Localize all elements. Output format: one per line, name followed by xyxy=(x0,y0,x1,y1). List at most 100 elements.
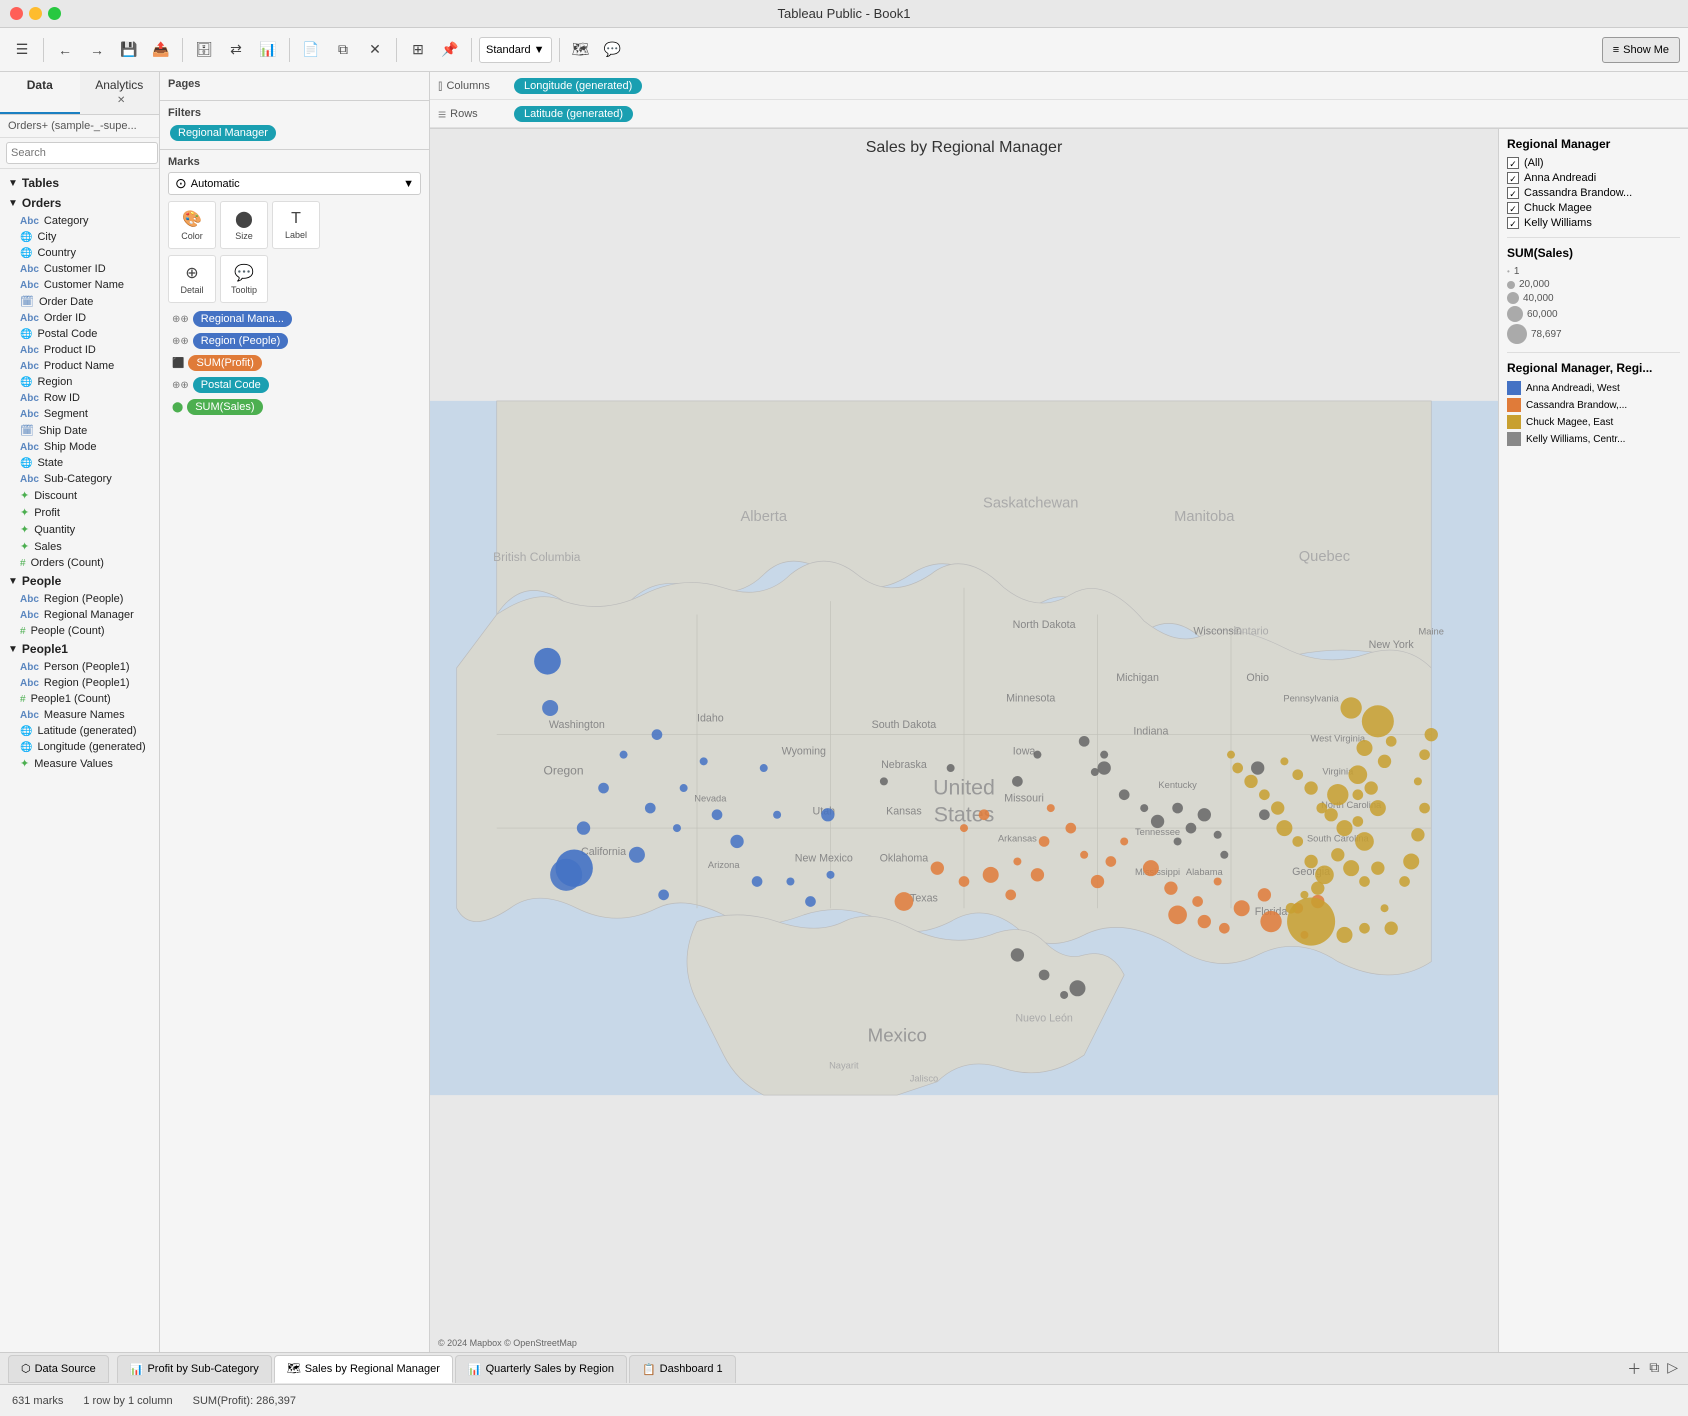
new-datasource[interactable]: 🗄 xyxy=(190,36,218,64)
legend-kelly[interactable]: Kelly Williams xyxy=(1507,217,1680,229)
viz-type-dropdown[interactable]: Standard▼ xyxy=(479,37,552,63)
new-sheet-icon[interactable]: ＋ xyxy=(1625,1357,1643,1381)
field-orders-count[interactable]: # Orders (Count) xyxy=(0,555,159,571)
field-quantity[interactable]: ✦ Quantity xyxy=(0,521,159,538)
tooltip-button[interactable]: 💬 xyxy=(599,36,627,64)
legend-all[interactable]: (All) xyxy=(1507,157,1680,169)
field-row-id[interactable]: Abc Row ID xyxy=(0,390,159,406)
field-city[interactable]: 🌐 City xyxy=(0,229,159,245)
swap-button[interactable]: ⇄ xyxy=(222,36,250,64)
legend-checkbox-anna[interactable] xyxy=(1507,172,1519,184)
detail-btn[interactable]: ⊕ Detail xyxy=(168,255,216,303)
columns-pill[interactable]: Longitude (generated) xyxy=(514,78,642,94)
field-postal-code[interactable]: 🌐 Postal Code xyxy=(0,326,159,342)
clear-sheet-icon[interactable]: ▷ xyxy=(1665,1357,1680,1381)
tab-profit-sub[interactable]: 📊 Profit by Sub-Category xyxy=(117,1355,272,1383)
field-measure-values[interactable]: ✦ Measure Values xyxy=(0,755,159,772)
field-customer-id[interactable]: Abc Customer ID xyxy=(0,261,159,277)
datasource-label[interactable]: Orders+ (sample-_-supe... xyxy=(0,115,159,138)
rows-shelf: ≡ Rows Latitude (generated) xyxy=(430,100,1688,128)
detail-icon: ⊕ xyxy=(185,263,198,283)
show-me-button[interactable]: ≡ Show Me xyxy=(1602,37,1680,63)
duplicate-sheet-icon[interactable]: ⧉ xyxy=(1647,1357,1661,1381)
svg-text:Ohio: Ohio xyxy=(1246,672,1269,684)
close-button[interactable] xyxy=(10,7,23,20)
field-category[interactable]: Abc Category xyxy=(0,213,159,229)
field-product-name[interactable]: Abc Product Name xyxy=(0,358,159,374)
legend-checkbox-chuck[interactable] xyxy=(1507,202,1519,214)
field-people-count[interactable]: # People (Count) xyxy=(0,623,159,639)
tab-data[interactable]: Data xyxy=(0,72,80,114)
field-ship-mode[interactable]: Abc Ship Mode xyxy=(0,439,159,455)
color-btn[interactable]: 🎨 Color xyxy=(168,201,216,249)
mark-pill-postal-code[interactable]: ⊕⊕ Postal Code xyxy=(168,375,421,395)
publish-button[interactable]: 📤 xyxy=(147,36,175,64)
field-profit[interactable]: ✦ Profit xyxy=(0,504,159,521)
field-region[interactable]: 🌐 Region xyxy=(0,374,159,390)
field-order-id[interactable]: Abc Order ID xyxy=(0,310,159,326)
new-worksheet[interactable]: 📄 xyxy=(297,36,325,64)
legend-cassandra[interactable]: Cassandra Brandow... xyxy=(1507,187,1680,199)
field-order-date[interactable]: 🗓 Order Date xyxy=(0,293,159,310)
fit-button[interactable]: ⊞ xyxy=(404,36,432,64)
field-country[interactable]: 🌐 Country xyxy=(0,245,159,261)
mark-pill-sum-sales[interactable]: ⬤ SUM(Sales) xyxy=(168,397,421,417)
left-panel: Data Analytics ✕ Orders+ (sample-_-supe.… xyxy=(0,72,160,1352)
field-regional-manager[interactable]: Abc Regional Manager xyxy=(0,607,159,623)
field-people1-count[interactable]: # People1 (Count) xyxy=(0,691,159,707)
field-sub-category[interactable]: Abc Sub-Category xyxy=(0,471,159,487)
field-segment[interactable]: Abc Segment xyxy=(0,406,159,422)
legend-checkbox-all[interactable] xyxy=(1507,157,1519,169)
tab-analytics[interactable]: Analytics ✕ xyxy=(80,72,160,114)
mark-pill-regional-manager[interactable]: ⊕⊕ Regional Mana... xyxy=(168,309,421,329)
tables-section-header[interactable]: ▼ Tables xyxy=(0,173,159,193)
clear-button[interactable]: ✕ xyxy=(361,36,389,64)
people-table-header[interactable]: ▼ People xyxy=(0,571,159,591)
save-button[interactable]: 💾 xyxy=(115,36,143,64)
legend-checkbox-kelly[interactable] xyxy=(1507,217,1519,229)
field-region-people1[interactable]: Abc Region (People1) xyxy=(0,675,159,691)
undo-button[interactable]: ← xyxy=(51,36,79,64)
field-person-people1[interactable]: Abc Person (People1) xyxy=(0,659,159,675)
field-measure-names[interactable]: Abc Measure Names xyxy=(0,707,159,723)
main-area: Data Analytics ✕ Orders+ (sample-_-supe.… xyxy=(0,72,1688,1352)
menu-button[interactable]: ☰ xyxy=(8,36,36,64)
label-btn[interactable]: T Label xyxy=(272,201,320,249)
field-latitude[interactable]: 🌐 Latitude (generated) xyxy=(0,723,159,739)
tab-sales-regional[interactable]: 🗺 Sales by Regional Manager xyxy=(274,1355,453,1383)
tooltip-btn[interactable]: 💬 Tooltip xyxy=(220,255,268,303)
marks-type-select[interactable]: ⊙ Automatic ▼ xyxy=(168,172,421,195)
rows-pill[interactable]: Latitude (generated) xyxy=(514,106,633,122)
field-sales[interactable]: ✦ Sales xyxy=(0,538,159,555)
field-discount[interactable]: ✦ Discount xyxy=(0,487,159,504)
map-button[interactable]: 🗺 xyxy=(567,36,595,64)
maximize-button[interactable] xyxy=(48,7,61,20)
field-longitude[interactable]: 🌐 Longitude (generated) xyxy=(0,739,159,755)
minimize-button[interactable] xyxy=(29,7,42,20)
tab-data-source[interactable]: ⬡ Data Source xyxy=(8,1355,109,1383)
mark-pill-sum-profit[interactable]: ⬛ SUM(Profit) xyxy=(168,353,421,373)
legend-anna[interactable]: Anna Andreadi xyxy=(1507,172,1680,184)
filter-regional-manager[interactable]: Regional Manager xyxy=(170,125,276,141)
search-input[interactable] xyxy=(6,142,158,164)
field-ship-date[interactable]: 🗓 Ship Date xyxy=(0,422,159,439)
tab-quarterly-sales[interactable]: 📊 Quarterly Sales by Region xyxy=(455,1355,627,1383)
legend-chuck[interactable]: Chuck Magee xyxy=(1507,202,1680,214)
field-state[interactable]: 🌐 State xyxy=(0,455,159,471)
tooltip-icon: 💬 xyxy=(234,263,254,283)
people1-table-header[interactable]: ▼ People1 xyxy=(0,639,159,659)
legend-checkbox-cassandra[interactable] xyxy=(1507,187,1519,199)
field-customer-name[interactable]: Abc Customer Name xyxy=(0,277,159,293)
redo-button[interactable]: → xyxy=(83,36,111,64)
map-canvas[interactable]: Sales by Regional Manager xyxy=(430,129,1498,1352)
size-btn[interactable]: ⬤ Size xyxy=(220,201,268,249)
tab-dashboard1[interactable]: 📋 Dashboard 1 xyxy=(629,1355,736,1383)
svg-text:West Virginia: West Virginia xyxy=(1310,733,1365,743)
mark-pill-region-people[interactable]: ⊕⊕ Region (People) xyxy=(168,331,421,351)
sort-button[interactable]: 📊 xyxy=(254,36,282,64)
duplicate[interactable]: ⧉ xyxy=(329,36,357,64)
orders-table-header[interactable]: ▼ Orders xyxy=(0,193,159,213)
fix-button[interactable]: 📌 xyxy=(436,36,464,64)
field-region-people[interactable]: Abc Region (People) xyxy=(0,591,159,607)
field-product-id[interactable]: Abc Product ID xyxy=(0,342,159,358)
